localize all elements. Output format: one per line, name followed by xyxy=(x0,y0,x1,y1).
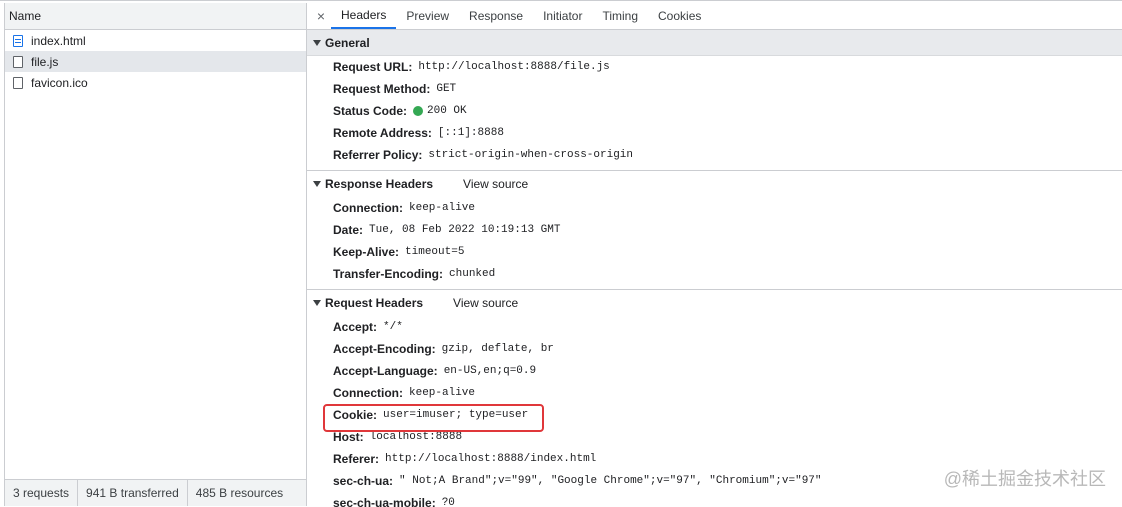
header-value: GET xyxy=(436,83,457,95)
devtools-network-panel: Name index.html file.js favicon.ico 3 re… xyxy=(0,0,1122,507)
header-value: Tue, 08 Feb 2022 10:19:13 GMT xyxy=(369,224,561,236)
header-key: Date: xyxy=(333,223,364,237)
resources-size: 485 B resources xyxy=(195,486,284,500)
response-headers-header[interactable]: Response Headers View source xyxy=(307,171,1122,197)
status-ok-icon xyxy=(413,106,424,116)
header-key: Connection: xyxy=(333,386,403,400)
section-title: Response Headers xyxy=(325,177,434,191)
header-value: chunked xyxy=(449,268,496,280)
header-row: Accept-Encoding: gzip, deflate, br xyxy=(307,338,1122,360)
header-key: Request URL: xyxy=(333,60,413,74)
request-headers-header[interactable]: Request Headers View source xyxy=(307,290,1122,316)
section-title: General xyxy=(325,35,370,50)
header-value: http://localhost:8888/file.js xyxy=(418,61,610,73)
response-headers-section: Response Headers View source Connection:… xyxy=(307,171,1122,290)
header-key: Accept-Encoding: xyxy=(333,342,436,356)
header-row: Referrer Policy: strict-origin-when-cros… xyxy=(307,144,1122,166)
header-row: Remote Address: [::1]:8888 xyxy=(307,122,1122,144)
header-key: sec-ch-ua-mobile: xyxy=(333,496,436,507)
request-item-label: file.js xyxy=(31,54,59,69)
triangle-down-icon xyxy=(313,39,321,46)
name-column-header[interactable]: Name xyxy=(5,3,306,30)
header-value: [::1]:8888 xyxy=(437,127,504,139)
header-key: Referer: xyxy=(333,452,380,466)
tab-headers[interactable]: Headers xyxy=(331,3,397,29)
header-value: keep-alive xyxy=(409,387,476,399)
request-item-favicon[interactable]: favicon.ico xyxy=(5,72,306,93)
request-item-label: favicon.ico xyxy=(31,75,88,90)
triangle-down-icon xyxy=(313,181,321,187)
header-value: keep-alive xyxy=(409,202,476,214)
transferred-size: 941 B transferred xyxy=(78,480,188,506)
header-row: Transfer-Encoding: chunked xyxy=(307,263,1122,285)
cookie-highlight-box xyxy=(323,404,544,432)
header-key: sec-ch-ua: xyxy=(333,474,394,488)
general-section-header[interactable]: General xyxy=(307,30,1122,56)
document-icon xyxy=(13,34,23,47)
header-value: http://localhost:8888/index.html xyxy=(385,453,597,465)
header-value: ?0 xyxy=(441,497,455,507)
header-value: localhost:8888 xyxy=(369,431,463,443)
header-value: strict-origin-when-cross-origin xyxy=(428,149,634,161)
header-key: Accept: xyxy=(333,320,378,334)
request-item-label: index.html xyxy=(31,33,86,48)
header-value: en-US,en;q=0.9 xyxy=(443,365,537,377)
watermark: @稀土掘金技术社区 xyxy=(943,469,1106,489)
header-value: " Not;A Brand";v="99", "Google Chrome";v… xyxy=(399,475,822,487)
header-key: Transfer-Encoding: xyxy=(333,267,444,281)
header-key: Remote Address: xyxy=(333,126,432,140)
header-key: Request Method: xyxy=(333,82,431,96)
name-column-label: Name xyxy=(9,9,42,23)
file-icon xyxy=(13,76,23,89)
file-icon xyxy=(13,55,23,68)
header-key: Accept-Language: xyxy=(333,364,438,378)
requests-count: 3 requests xyxy=(5,480,79,506)
header-value: timeout=5 xyxy=(405,246,465,258)
header-key: Status Code: xyxy=(333,104,408,118)
header-value: */* xyxy=(383,321,403,333)
header-key: Keep-Alive: xyxy=(333,245,400,259)
header-row: Request URL: http://localhost:8888/file.… xyxy=(307,56,1122,78)
general-section: General Request URL: http://localhost:88… xyxy=(307,30,1122,171)
section-title: Request Headers xyxy=(325,296,424,310)
request-list-pane: Name index.html file.js favicon.ico 3 re… xyxy=(4,3,307,506)
header-row: sec-ch-ua-mobile: ?0 xyxy=(307,492,1122,507)
view-source-link[interactable]: View source xyxy=(453,296,518,310)
header-value: 200 OK xyxy=(427,105,467,117)
header-key: Host: xyxy=(333,430,364,444)
request-list: index.html file.js favicon.ico xyxy=(5,30,306,93)
header-key: Connection: xyxy=(333,201,403,215)
request-item-index-html[interactable]: index.html xyxy=(5,30,306,51)
header-row: Date: Tue, 08 Feb 2022 10:19:13 GMT xyxy=(307,219,1122,241)
header-row: Connection: keep-alive xyxy=(307,197,1122,219)
tab-preview[interactable]: Preview xyxy=(396,3,459,29)
header-key: Referrer Policy: xyxy=(333,148,423,162)
tab-initiator[interactable]: Initiator xyxy=(533,3,592,29)
detail-tabbar: × Headers Preview Response Initiator Tim… xyxy=(307,3,1122,30)
close-icon[interactable]: × xyxy=(311,3,331,29)
tab-response[interactable]: Response xyxy=(459,3,533,29)
request-item-file-js[interactable]: file.js xyxy=(5,51,306,72)
network-summary-bar: 3 requests 941 B transferred 485 B resou… xyxy=(5,479,306,506)
tab-cookies[interactable]: Cookies xyxy=(648,3,711,29)
header-row: Status Code: 200 OK xyxy=(307,100,1122,122)
header-row: Connection: keep-alive xyxy=(307,382,1122,404)
header-value: gzip, deflate, br xyxy=(441,343,554,355)
header-row: Accept-Language: en-US,en;q=0.9 xyxy=(307,360,1122,382)
triangle-down-icon xyxy=(313,300,321,306)
view-source-link[interactable]: View source xyxy=(463,177,528,191)
header-row: Request Method: GET xyxy=(307,78,1122,100)
header-row: Accept: */* xyxy=(307,316,1122,338)
tab-timing[interactable]: Timing xyxy=(592,3,648,29)
header-row: Keep-Alive: timeout=5 xyxy=(307,241,1122,263)
